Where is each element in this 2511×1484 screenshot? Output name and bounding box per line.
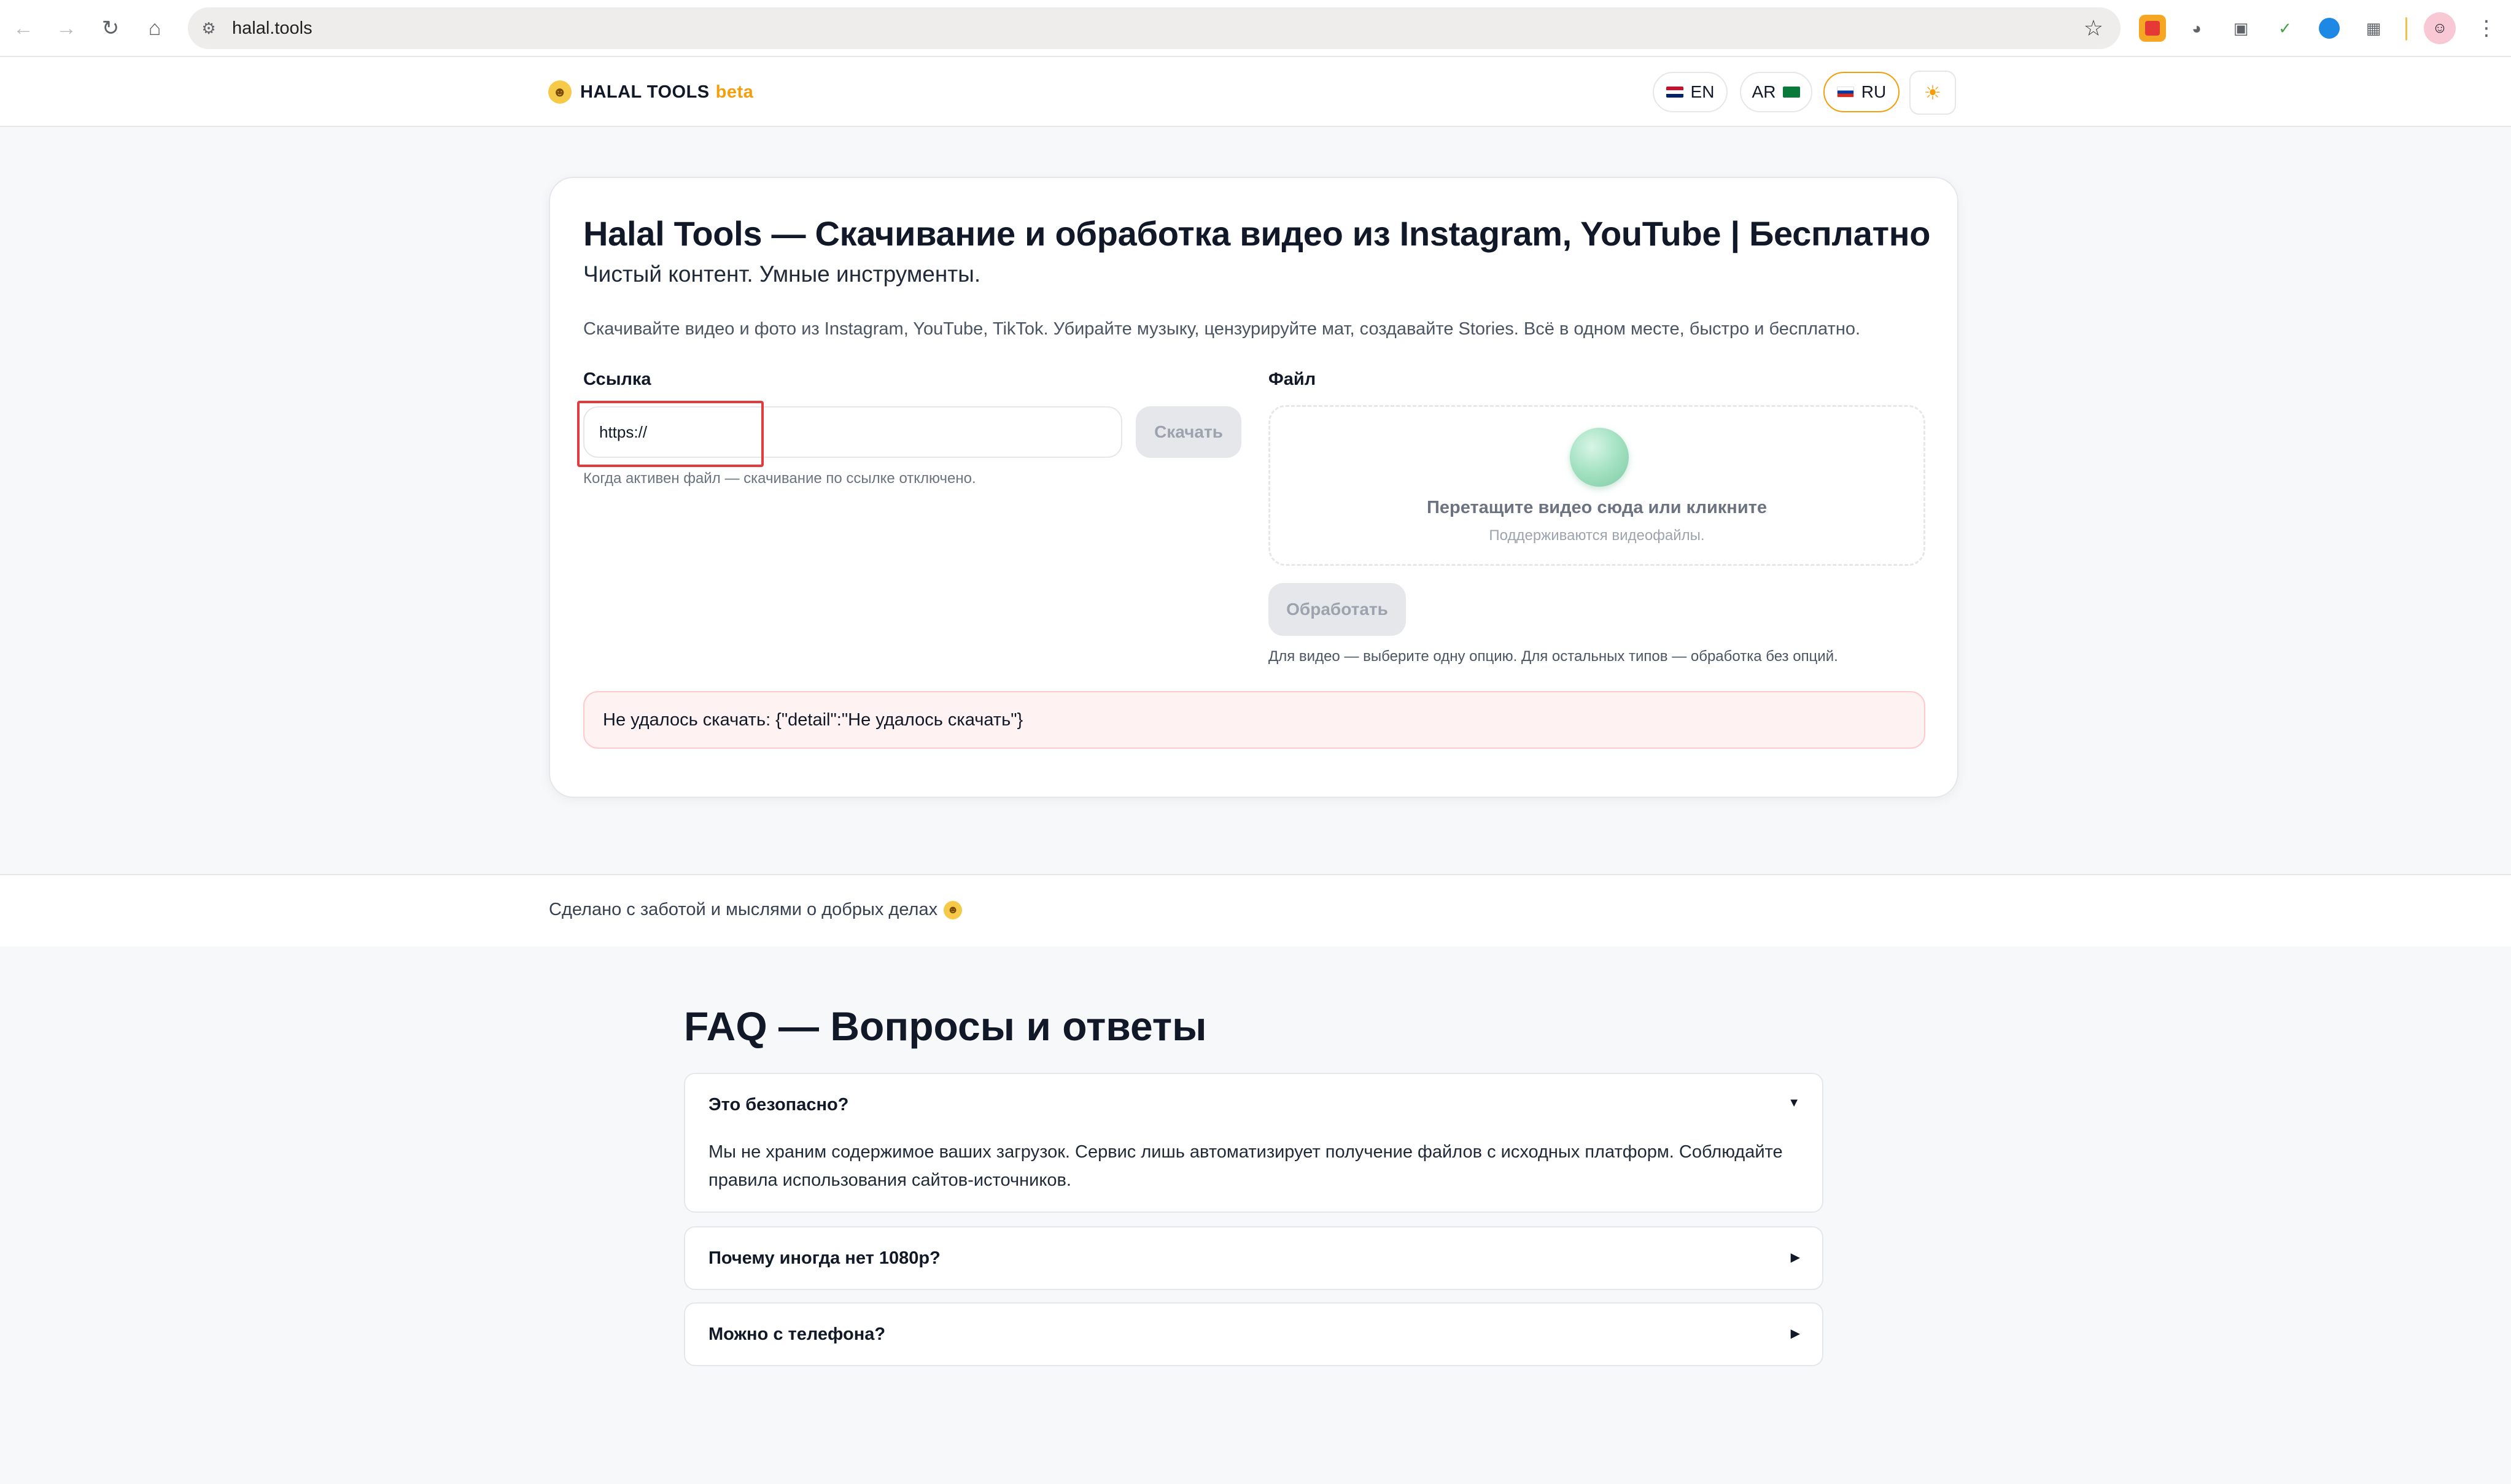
faq-question[interactable]: Это безопасно? bbox=[708, 1095, 848, 1115]
tool-card: Halal Tools — Скачивание и обработка вид… bbox=[549, 177, 1958, 798]
error-alert: Не удалось скачать: {"detail":"Не удалос… bbox=[583, 691, 1925, 749]
hugging-face-icon: ☻ bbox=[548, 80, 572, 104]
language-en-button[interactable]: EN bbox=[1653, 72, 1728, 112]
russia-flag-icon bbox=[1836, 87, 1854, 98]
dropzone-title: Перетащите видео сюда или кликните bbox=[1427, 498, 1767, 517]
address-url[interactable]: halal.tools bbox=[232, 18, 312, 39]
file-dropzone[interactable]: Перетащите видео сюда или кликните Подде… bbox=[1268, 405, 1925, 566]
puzzle-icon[interactable]: ▦ bbox=[2360, 15, 2387, 42]
sun-icon: ☀ bbox=[1923, 82, 1942, 104]
forward-arrow-icon[interactable]: → bbox=[48, 10, 85, 47]
faq-item[interactable]: Почему иногда нет 1080p? ▶ bbox=[684, 1226, 1823, 1290]
upload-orb-icon bbox=[1570, 428, 1629, 487]
faq-item[interactable]: Можно с телефона? ▶ bbox=[684, 1302, 1823, 1366]
error-message: Не удалось скачать: {"detail":"Не удалос… bbox=[603, 709, 1023, 730]
file-label: Файл bbox=[1268, 369, 1316, 389]
faq-question[interactable]: Почему иногда нет 1080p? bbox=[708, 1248, 941, 1269]
site-logo[interactable]: ☻ HALAL TOOLS beta bbox=[548, 79, 753, 105]
caret-right-icon[interactable]: ▶ bbox=[1791, 1250, 1800, 1265]
faq-item[interactable]: Это безопасно? ▼ Мы не храним содержимое… bbox=[684, 1073, 1823, 1213]
faq-answer: Мы не храним содержимое ваших загрузок. … bbox=[708, 1142, 1783, 1190]
language-code: RU bbox=[1861, 82, 1887, 101]
back-arrow-icon[interactable]: ← bbox=[5, 10, 42, 47]
url-input[interactable] bbox=[583, 406, 1122, 458]
footer: Сделано с заботой и мыслями о добрых дел… bbox=[0, 874, 2511, 946]
language-ar-button[interactable]: AR bbox=[1740, 72, 1812, 112]
browser-toolbar: ← → ↻ ⌂ ⚙ halal.tools ☆ ◕ ▣ ✓ ▦ ☺ ⋮ bbox=[0, 0, 2511, 57]
logo-text: HALAL TOOLS bbox=[580, 82, 710, 102]
extension-icon[interactable] bbox=[2316, 15, 2343, 42]
faq-question[interactable]: Можно с телефона? bbox=[708, 1324, 885, 1345]
language-code: EN bbox=[1690, 82, 1715, 101]
caret-down-icon[interactable]: ▼ bbox=[1788, 1096, 1800, 1110]
page-subtitle: Чистый контент. Умные инструменты. bbox=[583, 261, 981, 287]
page-description: Скачивайте видео и фото из Instagram, Yo… bbox=[583, 319, 1861, 339]
extension-icon[interactable] bbox=[2139, 15, 2166, 42]
bookmark-star-icon[interactable]: ☆ bbox=[2084, 16, 2103, 41]
menu-dots-icon[interactable]: ⋮ bbox=[2474, 12, 2499, 44]
site-header: ☻ HALAL TOOLS beta EN AR RU ☀ bbox=[0, 57, 2511, 127]
reload-icon[interactable]: ↻ bbox=[92, 10, 129, 47]
theme-toggle-button[interactable]: ☀ bbox=[1909, 71, 1956, 115]
link-label: Ссылка bbox=[583, 369, 651, 389]
site-settings-icon[interactable]: ⚙ bbox=[196, 19, 221, 38]
download-button[interactable]: Скачать bbox=[1136, 406, 1241, 458]
home-icon[interactable]: ⌂ bbox=[136, 10, 173, 47]
extension-icon[interactable]: ✓ bbox=[2272, 15, 2299, 42]
dropzone-subtitle: Поддерживаются видеофайлы. bbox=[1489, 527, 1705, 544]
camera-icon[interactable]: ▣ bbox=[2227, 15, 2254, 42]
language-ru-button[interactable]: RU bbox=[1823, 72, 1900, 112]
hugging-face-icon: ☻ bbox=[944, 900, 963, 919]
extension-icon[interactable]: ◕ bbox=[2183, 15, 2210, 42]
footer-note: Сделано с заботой и мыслями о добрых дел… bbox=[549, 900, 963, 920]
caret-right-icon[interactable]: ▶ bbox=[1791, 1326, 1800, 1341]
link-hint: Когда активен файл — скачивание по ссылк… bbox=[583, 470, 976, 487]
page-title: Halal Tools — Скачивание и обработка вид… bbox=[583, 214, 1931, 253]
process-button[interactable]: Обработать bbox=[1268, 583, 1406, 636]
process-hint: Для видео — выберите одну опцию. Для ост… bbox=[1268, 648, 1838, 665]
language-code: AR bbox=[1752, 82, 1776, 101]
beta-badge: beta bbox=[715, 82, 754, 102]
uk-flag-icon bbox=[1666, 87, 1683, 98]
address-bar[interactable]: ⚙ halal.tools ☆ bbox=[188, 7, 2121, 49]
saudi-flag-icon bbox=[1783, 87, 1801, 98]
faq-title: FAQ — Вопросы и ответы bbox=[684, 1003, 1207, 1049]
footer-text: Сделано с заботой и мыслями о добрых дел… bbox=[549, 900, 938, 919]
toolbar-divider bbox=[2405, 17, 2407, 41]
profile-avatar[interactable]: ☺ bbox=[2424, 12, 2456, 44]
